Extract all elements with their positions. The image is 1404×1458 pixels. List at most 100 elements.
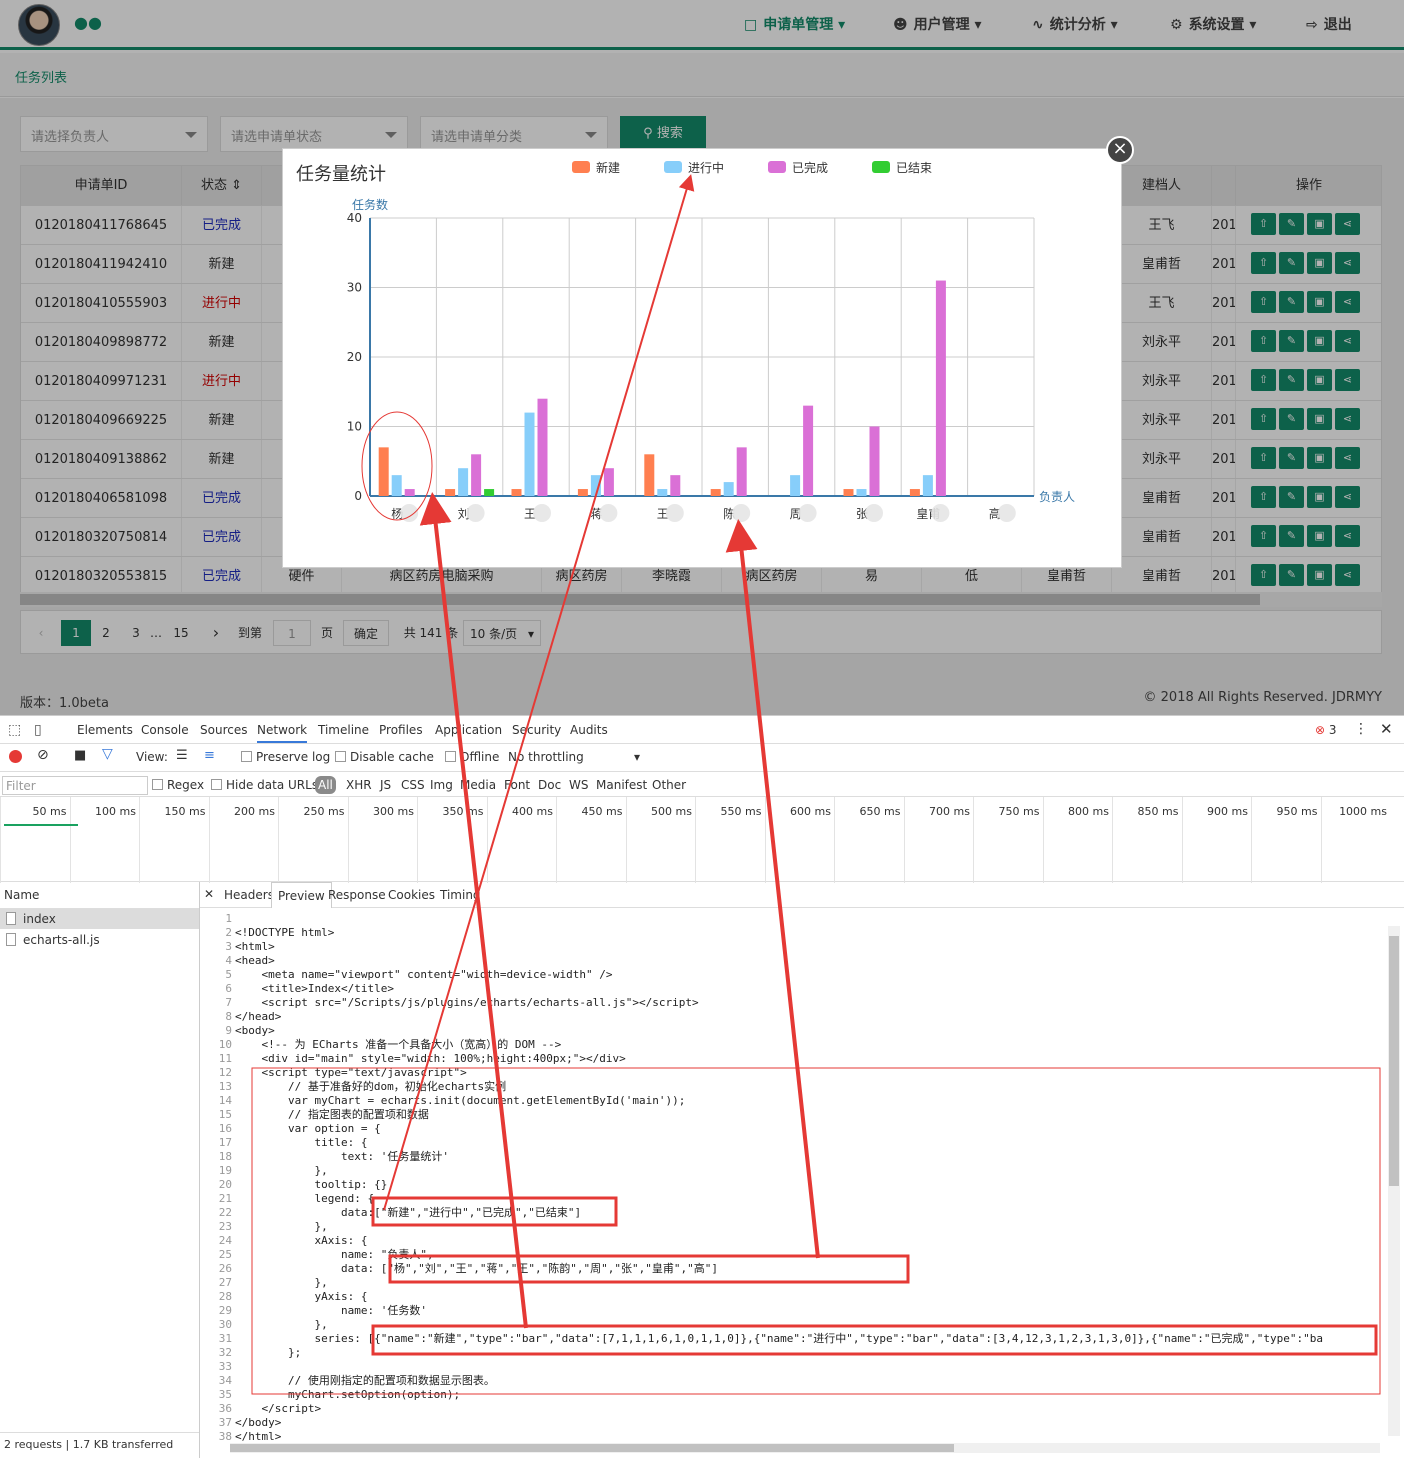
bar[interactable] bbox=[524, 412, 535, 496]
tab-cookies[interactable]: Cookies bbox=[388, 888, 435, 902]
devtools-panel: ⬚ ▯ Elements Console Sources Network Tim… bbox=[0, 715, 1404, 1458]
device-icon[interactable]: ▯ bbox=[34, 722, 42, 738]
filter-js[interactable]: JS bbox=[380, 778, 391, 792]
tab-timing[interactable]: Timing bbox=[440, 888, 481, 902]
bar[interactable] bbox=[790, 475, 801, 496]
tab-application[interactable]: Application bbox=[435, 723, 502, 737]
filter-all[interactable]: All bbox=[315, 776, 336, 794]
close-icon[interactable]: × bbox=[1106, 136, 1134, 164]
name-header[interactable]: Name bbox=[4, 888, 39, 902]
tab-timeline[interactable]: Timeline bbox=[318, 723, 369, 737]
request-list: Name index echarts-all.js 2 requests | 1… bbox=[0, 882, 200, 1458]
legend-label[interactable]: 已结束 bbox=[896, 161, 932, 175]
filter-ws[interactable]: WS bbox=[569, 778, 588, 792]
waterfall-icon[interactable]: ≡ bbox=[204, 748, 215, 763]
bar[interactable] bbox=[803, 405, 814, 496]
bar[interactable] bbox=[577, 489, 588, 496]
legend-swatch[interactable] bbox=[768, 161, 786, 173]
tab-headers[interactable]: Headers bbox=[224, 888, 274, 902]
bar[interactable] bbox=[404, 489, 415, 496]
bar[interactable] bbox=[935, 280, 946, 496]
bar[interactable] bbox=[391, 475, 402, 496]
clear-icon[interactable]: ⊘ bbox=[37, 747, 49, 763]
bar[interactable] bbox=[723, 482, 734, 496]
legend-swatch[interactable] bbox=[872, 161, 890, 173]
horizontal-scrollbar[interactable] bbox=[230, 1443, 1380, 1453]
filter-input[interactable]: Filter bbox=[2, 776, 148, 795]
offline-checkbox[interactable]: Offline bbox=[445, 750, 499, 764]
legend-swatch[interactable] bbox=[572, 161, 590, 173]
throttling-select[interactable]: No throttling ▾ bbox=[508, 750, 640, 764]
filter-media[interactable]: Media bbox=[460, 778, 496, 792]
line-number: 8 bbox=[225, 1010, 232, 1023]
bar[interactable] bbox=[471, 454, 482, 496]
tab-elements[interactable]: Elements bbox=[77, 723, 133, 737]
preserve-log-checkbox[interactable]: Preserve log bbox=[241, 750, 330, 764]
bar[interactable] bbox=[736, 447, 747, 496]
more-icon[interactable]: ⋮ bbox=[1354, 721, 1368, 737]
bar[interactable] bbox=[909, 489, 920, 496]
divider bbox=[0, 771, 1404, 772]
bar[interactable] bbox=[710, 489, 721, 496]
legend-label[interactable]: 进行中 bbox=[688, 160, 724, 175]
filter-css[interactable]: CSS bbox=[401, 778, 425, 792]
vertical-scrollbar[interactable] bbox=[1388, 926, 1400, 1436]
hide-data-urls-checkbox[interactable]: Hide data URLs bbox=[211, 778, 318, 792]
bar[interactable] bbox=[458, 468, 469, 496]
bar[interactable] bbox=[922, 475, 933, 496]
code-line: title: { bbox=[235, 1136, 368, 1149]
inspect-icon[interactable]: ⬚ bbox=[8, 722, 21, 738]
bar[interactable] bbox=[856, 489, 867, 496]
filter-xhr[interactable]: XHR bbox=[346, 778, 372, 792]
legend-label[interactable]: 新建 bbox=[596, 160, 620, 175]
legend-label[interactable]: 已完成 bbox=[792, 160, 828, 175]
scrollbar-thumb[interactable] bbox=[230, 1444, 954, 1452]
filter-manifest[interactable]: Manifest bbox=[596, 778, 647, 792]
bar[interactable] bbox=[537, 398, 548, 496]
error-badge[interactable]: ⊗ 3 bbox=[1315, 723, 1337, 737]
filter-doc[interactable]: Doc bbox=[538, 778, 561, 792]
bar[interactable] bbox=[603, 468, 614, 496]
filter-font[interactable]: Font bbox=[504, 778, 530, 792]
scrollbar-thumb[interactable] bbox=[1389, 936, 1399, 1186]
close-detail-icon[interactable]: ✕ bbox=[204, 887, 214, 901]
list-item-index[interactable]: index bbox=[0, 909, 199, 929]
list-view-icon[interactable]: ☰ bbox=[176, 748, 188, 763]
regex-checkbox[interactable]: Regex bbox=[152, 778, 204, 792]
bar[interactable] bbox=[843, 489, 854, 496]
timeline-tick: 450 ms bbox=[556, 797, 626, 883]
bar[interactable] bbox=[445, 489, 456, 496]
tab-sources[interactable]: Sources bbox=[200, 723, 247, 737]
tab-security[interactable]: Security bbox=[512, 723, 561, 737]
tab-console[interactable]: Console bbox=[141, 723, 189, 737]
filter-other[interactable]: Other bbox=[652, 778, 686, 792]
code-line: </body> bbox=[235, 1416, 282, 1429]
camera-icon[interactable]: ■ bbox=[74, 748, 86, 763]
bar[interactable] bbox=[670, 475, 681, 496]
bar[interactable] bbox=[869, 426, 880, 497]
code-line: }; bbox=[235, 1346, 302, 1359]
close-devtools-icon[interactable]: ✕ bbox=[1380, 720, 1393, 738]
record-icon[interactable] bbox=[9, 750, 22, 763]
code-line: </script> bbox=[235, 1402, 322, 1415]
list-item-echarts[interactable]: echarts-all.js bbox=[0, 930, 199, 950]
timeline-tick: 850 ms bbox=[1112, 797, 1182, 883]
network-timeline[interactable]: 50 ms 100 ms 150 ms 200 ms 250 ms 300 ms 350 m… bbox=[0, 796, 1404, 883]
tab-profiles[interactable]: Profiles bbox=[379, 723, 423, 737]
bar[interactable] bbox=[378, 447, 389, 496]
filter-img[interactable]: Img bbox=[430, 778, 453, 792]
tab-network[interactable]: Network bbox=[257, 723, 308, 743]
bar[interactable] bbox=[511, 489, 522, 496]
tab-response[interactable]: Response bbox=[328, 888, 386, 902]
tab-preview[interactable]: Preview bbox=[271, 882, 332, 908]
bar[interactable] bbox=[657, 489, 668, 496]
legend-swatch[interactable] bbox=[664, 161, 682, 173]
bar[interactable] bbox=[484, 489, 495, 496]
filter-icon[interactable]: ▽ bbox=[102, 746, 113, 762]
bar[interactable] bbox=[644, 454, 655, 496]
bar[interactable] bbox=[590, 475, 601, 496]
disable-cache-checkbox[interactable]: Disable cache bbox=[335, 750, 434, 764]
timeline-tick: 600 ms bbox=[764, 797, 835, 883]
tab-audits[interactable]: Audits bbox=[570, 723, 608, 737]
line-number: 26 bbox=[218, 1262, 232, 1275]
